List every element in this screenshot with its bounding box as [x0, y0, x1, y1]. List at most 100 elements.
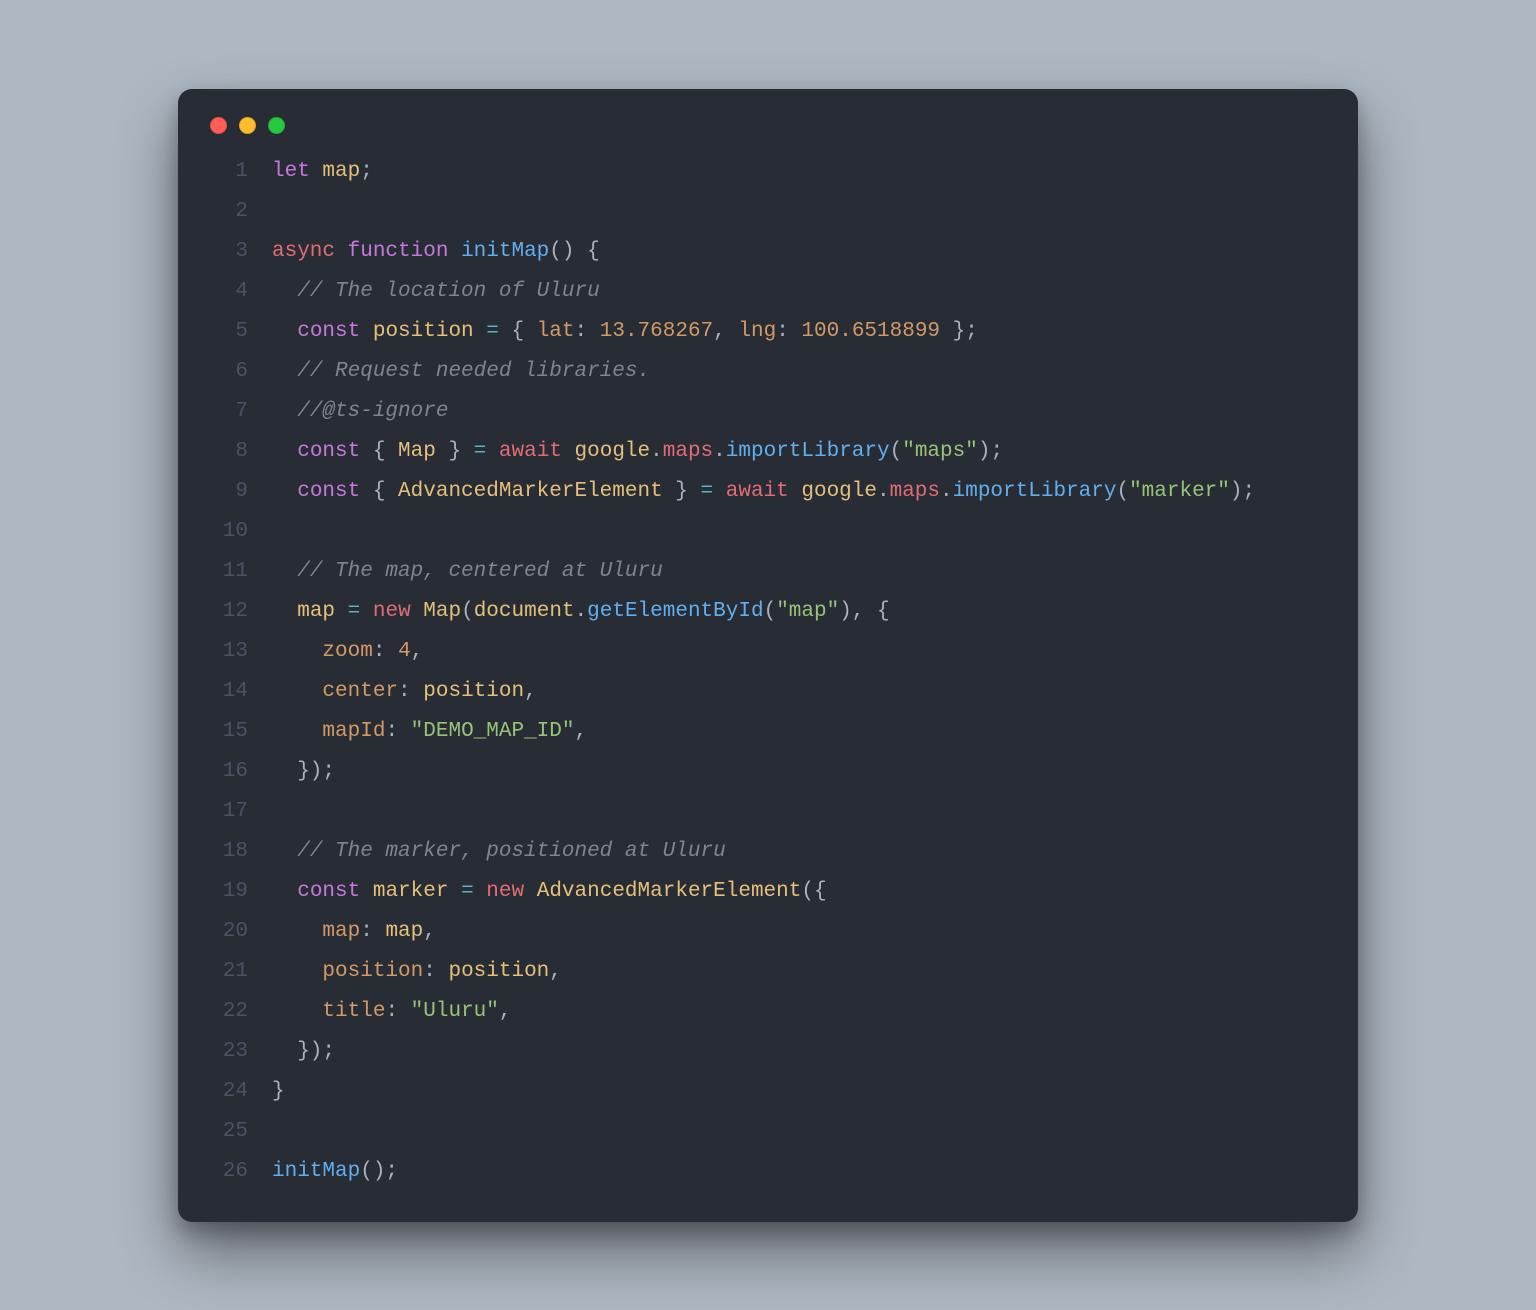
token: importLibrary — [953, 480, 1117, 503]
line-content[interactable]: initMap(); — [272, 1152, 1324, 1192]
line-content[interactable]: // The marker, positioned at Uluru — [272, 832, 1324, 872]
line-content[interactable]: const { AdvancedMarkerElement } = await … — [272, 472, 1324, 512]
code-editor[interactable]: 1let map;2 3async function initMap() {4 … — [206, 152, 1324, 1192]
code-line[interactable]: 11 // The map, centered at Uluru — [206, 552, 1324, 592]
token: const — [297, 320, 360, 343]
token: let — [272, 160, 310, 183]
code-line[interactable]: 24} — [206, 1072, 1324, 1112]
traffic-lights — [206, 113, 1324, 152]
token — [272, 640, 322, 663]
line-content[interactable]: title: "Uluru", — [272, 992, 1324, 1032]
token: ), { — [839, 600, 889, 623]
token: const — [297, 440, 360, 463]
code-line[interactable]: 2 — [206, 192, 1324, 232]
token: ; — [360, 160, 373, 183]
code-line[interactable]: 17 — [206, 792, 1324, 832]
token — [335, 600, 348, 623]
code-window: 1let map;2 3async function initMap() {4 … — [178, 89, 1358, 1222]
line-content[interactable]: // Request needed libraries. — [272, 352, 1324, 392]
token: : — [423, 960, 448, 983]
code-line[interactable]: 7 //@ts-ignore — [206, 392, 1324, 432]
token: . — [877, 480, 890, 503]
line-number: 23 — [206, 1032, 272, 1072]
code-line[interactable]: 22 title: "Uluru", — [206, 992, 1324, 1032]
token: title — [322, 1000, 385, 1023]
token — [272, 720, 322, 743]
token: // The location of Uluru — [297, 280, 599, 303]
line-content[interactable]: // The location of Uluru — [272, 272, 1324, 312]
token: ); — [1230, 480, 1255, 503]
code-line[interactable]: 15 mapId: "DEMO_MAP_ID", — [206, 712, 1324, 752]
token — [272, 680, 322, 703]
line-content[interactable]: const position = { lat: 13.768267, lng: … — [272, 312, 1324, 352]
code-line[interactable]: 8 const { Map } = await google.maps.impo… — [206, 432, 1324, 472]
token — [474, 320, 487, 343]
line-number: 11 — [206, 552, 272, 592]
code-line[interactable]: 20 map: map, — [206, 912, 1324, 952]
line-content[interactable] — [272, 192, 1324, 232]
code-line[interactable]: 21 position: position, — [206, 952, 1324, 992]
line-number: 1 — [206, 152, 272, 192]
line-content[interactable]: map = new Map(document.getElementById("m… — [272, 592, 1324, 632]
line-number: 2 — [206, 192, 272, 232]
line-content[interactable]: let map; — [272, 152, 1324, 192]
line-content[interactable]: }); — [272, 1032, 1324, 1072]
code-line[interactable]: 14 center: position, — [206, 672, 1324, 712]
token: google — [801, 480, 877, 503]
line-content[interactable] — [272, 512, 1324, 552]
line-number: 19 — [206, 872, 272, 912]
code-line[interactable]: 9 const { AdvancedMarkerElement } = awai… — [206, 472, 1324, 512]
line-number: 17 — [206, 792, 272, 832]
line-content[interactable]: async function initMap() { — [272, 232, 1324, 272]
code-line[interactable]: 19 const marker = new AdvancedMarkerElem… — [206, 872, 1324, 912]
code-line[interactable]: 23 }); — [206, 1032, 1324, 1072]
token — [562, 440, 575, 463]
close-icon[interactable] — [210, 117, 227, 134]
line-content[interactable] — [272, 1112, 1324, 1152]
token — [272, 280, 297, 303]
code-line[interactable]: 18 // The marker, positioned at Uluru — [206, 832, 1324, 872]
code-line[interactable]: 13 zoom: 4, — [206, 632, 1324, 672]
line-content[interactable]: position: position, — [272, 952, 1324, 992]
line-content[interactable]: // The map, centered at Uluru — [272, 552, 1324, 592]
line-content[interactable]: mapId: "DEMO_MAP_ID", — [272, 712, 1324, 752]
token — [486, 440, 499, 463]
code-line[interactable]: 6 // Request needed libraries. — [206, 352, 1324, 392]
line-content[interactable]: //@ts-ignore — [272, 392, 1324, 432]
zoom-icon[interactable] — [268, 117, 285, 134]
code-line[interactable]: 16 }); — [206, 752, 1324, 792]
code-line[interactable]: 12 map = new Map(document.getElementById… — [206, 592, 1324, 632]
line-number: 10 — [206, 512, 272, 552]
line-content[interactable]: const { Map } = await google.maps.import… — [272, 432, 1324, 472]
code-line[interactable]: 5 const position = { lat: 13.768267, lng… — [206, 312, 1324, 352]
line-content[interactable]: } — [272, 1072, 1324, 1112]
line-number: 20 — [206, 912, 272, 952]
token: , — [499, 1000, 512, 1023]
token: : — [373, 640, 398, 663]
line-content[interactable]: map: map, — [272, 912, 1324, 952]
code-line[interactable]: 10 — [206, 512, 1324, 552]
token — [272, 1000, 322, 1023]
token — [272, 320, 297, 343]
code-line[interactable]: 4 // The location of Uluru — [206, 272, 1324, 312]
token: // Request needed libraries. — [297, 360, 650, 383]
token: "maps" — [902, 440, 978, 463]
line-content[interactable]: }); — [272, 752, 1324, 792]
line-content[interactable]: const marker = new AdvancedMarkerElement… — [272, 872, 1324, 912]
token: AdvancedMarkerElement — [537, 880, 802, 903]
minimize-icon[interactable] — [239, 117, 256, 134]
token: = — [474, 440, 487, 463]
code-line[interactable]: 1let map; — [206, 152, 1324, 192]
token: "DEMO_MAP_ID" — [411, 720, 575, 743]
token: position — [423, 680, 524, 703]
token: . — [940, 480, 953, 503]
token: position — [322, 960, 423, 983]
code-line[interactable]: 26initMap(); — [206, 1152, 1324, 1192]
line-content[interactable] — [272, 792, 1324, 832]
code-line[interactable]: 25 — [206, 1112, 1324, 1152]
line-content[interactable]: zoom: 4, — [272, 632, 1324, 672]
token: (); — [360, 1160, 398, 1183]
line-content[interactable]: center: position, — [272, 672, 1324, 712]
code-line[interactable]: 3async function initMap() { — [206, 232, 1324, 272]
token: }); — [272, 1040, 335, 1063]
